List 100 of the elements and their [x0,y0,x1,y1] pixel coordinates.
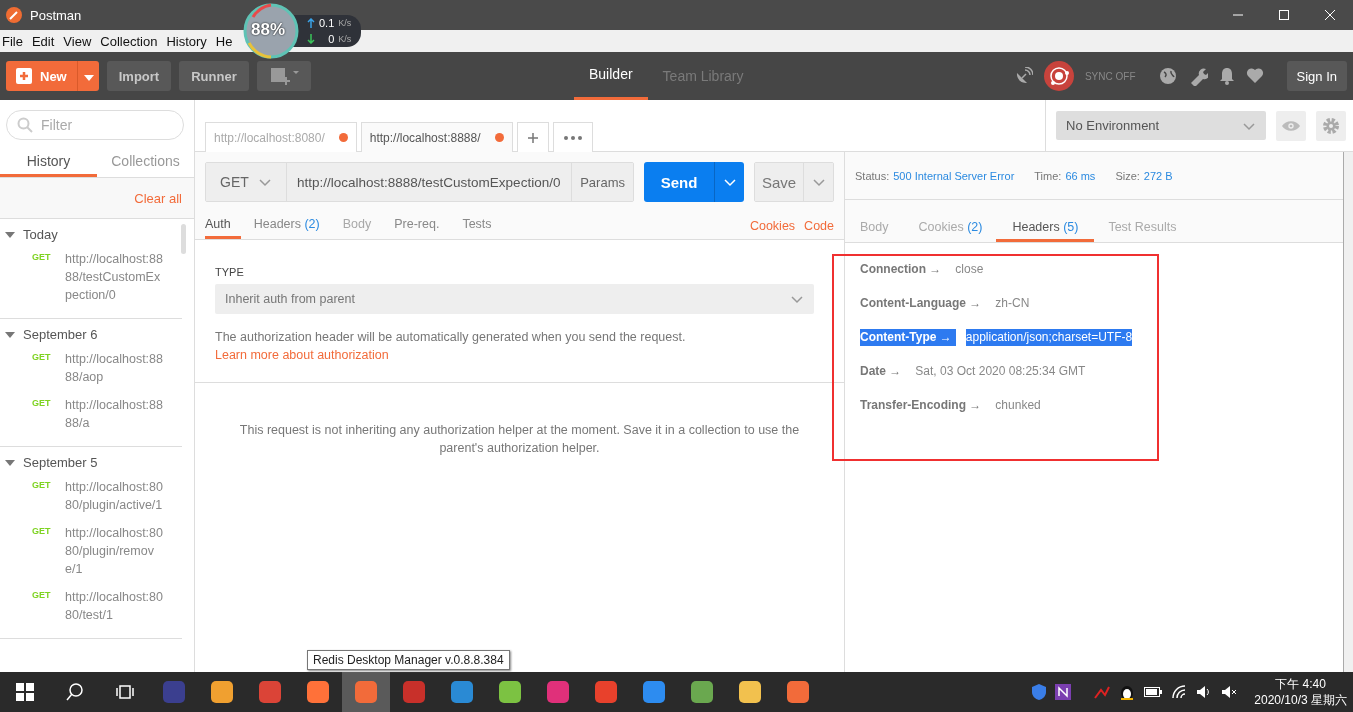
bell-icon[interactable] [1218,67,1235,85]
more-button[interactable] [552,122,593,152]
chevron-down-icon [790,294,804,304]
response-tab[interactable]: Body [860,220,905,242]
speed-unit: K/s [338,34,352,44]
method-label: GET [32,351,52,364]
request-tab[interactable]: http://localhost:8080/ [205,122,357,152]
auth-type-select[interactable]: Inherit auth from parent [215,284,814,314]
satellite-dish-icon[interactable] [1014,67,1033,85]
header-name: Content-Language → [860,295,983,312]
download-speed: 0 [328,33,335,45]
task-view-icon[interactable] [116,683,134,701]
save-button[interactable]: Save [755,163,803,201]
response-tab[interactable]: Test Results [1108,220,1193,242]
history-group-label[interactable]: September 5 [23,455,98,470]
environment-select[interactable]: No Environment [1056,111,1266,140]
chevron-down-icon [722,176,737,187]
request-link[interactable]: Cookies [749,219,796,233]
battery-icon[interactable] [1144,686,1163,698]
history-url[interactable]: http://localhost:8080/plugin/active/1 [65,478,163,514]
menu-item[interactable]: File [0,33,30,49]
request-link[interactable]: Code [804,219,834,233]
upload-arrow-icon [307,18,315,28]
request-section-tab[interactable]: Auth [205,217,241,239]
auth-notice: This request is not inheriting any authorization helper at the moment. Save it in a collection to use the parent's authorization helper. [238,422,801,457]
status-label: Time: [1034,169,1062,182]
menu-item[interactable]: Edit [29,33,62,49]
notebook-icon[interactable] [1055,684,1072,700]
history-url[interactable]: http://localhost:8888/testCustomExpection/0 [65,250,163,304]
expand-caret-icon[interactable] [5,229,15,240]
upload-speed: 0.1 [319,17,335,29]
search-icon [17,117,33,133]
clock-date[interactable]: 2020/10/3 星期六 [1254,692,1347,708]
response-tab[interactable]: Cookies (2) [918,220,999,242]
request-tab[interactable]: http://localhost:8888/ [360,122,513,152]
import-button[interactable]: Import [106,61,172,91]
history-url[interactable]: http://localhost:8080/test/1 [65,588,163,624]
download-arrow-icon [307,34,315,44]
menu-item[interactable]: He [213,33,240,49]
shield-icon[interactable] [1032,684,1047,700]
plus-icon [16,68,32,84]
header-name: Date → [860,363,903,380]
menu-item[interactable]: View [61,33,99,49]
history-url[interactable]: http://localhost:8080/plugin/remove/1 [65,524,163,578]
expand-caret-icon[interactable] [5,457,15,468]
app-logo-icon [6,7,22,23]
menu-item[interactable]: Collection [98,33,165,49]
eye-icon [1282,119,1300,132]
method-label: GET [32,397,52,410]
input-method-icon[interactable] [1221,685,1238,699]
runner-button[interactable]: Runner [179,61,249,91]
send-button[interactable]: Send [644,162,714,202]
expand-caret-icon[interactable] [5,329,15,340]
learn-more-link[interactable]: Learn more about authorization [215,348,389,362]
request-section-tab[interactable]: Tests [462,217,502,239]
request-section-tab[interactable]: Headers (2) [253,217,330,239]
history-group-label[interactable]: Today [23,227,58,242]
network-icon[interactable] [1094,685,1111,699]
type-label: TYPE [215,266,245,278]
clear-all-link[interactable]: Clear all [134,190,182,206]
send-dropdown-button[interactable] [714,162,744,202]
penguin-icon[interactable] [1119,684,1136,700]
header-value: Sat, 03 Oct 2020 08:25:34 GMT [915,363,1086,380]
history-url[interactable]: http://localhost:8888/a [65,396,163,432]
sidebar-tab[interactable]: Collections [97,146,194,177]
response-tab[interactable]: Headers (5) [996,220,1095,242]
history-url[interactable]: http://localhost:8888/aop [65,350,163,386]
status-value: 66 ms [1065,169,1096,182]
settings-button[interactable] [1316,110,1346,141]
wifi-icon[interactable] [1171,685,1188,699]
request-section-tab[interactable]: Pre-req. [394,217,450,239]
history-group-label[interactable]: September 6 [23,327,98,342]
header-value: zh-CN [995,295,1030,312]
settings-icon [1322,116,1340,135]
new-tab-button[interactable] [516,122,549,152]
auth-description: The authorization header will be automatically generated when you send the request. Learn more about authorization [215,329,687,364]
chevron-down-icon [811,176,826,187]
windows-start-icon[interactable] [16,683,34,701]
filter-field[interactable]: Filter [6,110,184,140]
status-value: 500 Internal Server Error [893,169,1015,182]
status-value: 272 B [1143,169,1173,182]
header-name: Connection → [860,261,943,278]
menu-item[interactable]: History [164,33,214,49]
clock-time[interactable]: 下午 4:40 [1275,676,1326,692]
battery-percent: 88% [251,20,286,40]
speed-unit: K/s [338,18,352,28]
method-label: GET [32,589,52,602]
new-window-button[interactable] [256,61,311,91]
sync-icon[interactable] [1043,61,1074,91]
status-label: Size: [1115,169,1140,182]
globe-icon[interactable] [1158,67,1177,85]
new-button[interactable]: New [6,61,77,91]
sign-in-button[interactable]: Sign In [1286,61,1347,91]
nav-tab[interactable]: Builder [574,52,648,100]
dropdown-button[interactable] [76,61,99,91]
heart-icon[interactable] [1245,68,1264,84]
sync-status: SYNC OFF [1084,70,1136,82]
method-label: GET [32,479,52,492]
scrollbar-thumb[interactable] [181,224,186,254]
search-icon[interactable] [66,683,84,701]
